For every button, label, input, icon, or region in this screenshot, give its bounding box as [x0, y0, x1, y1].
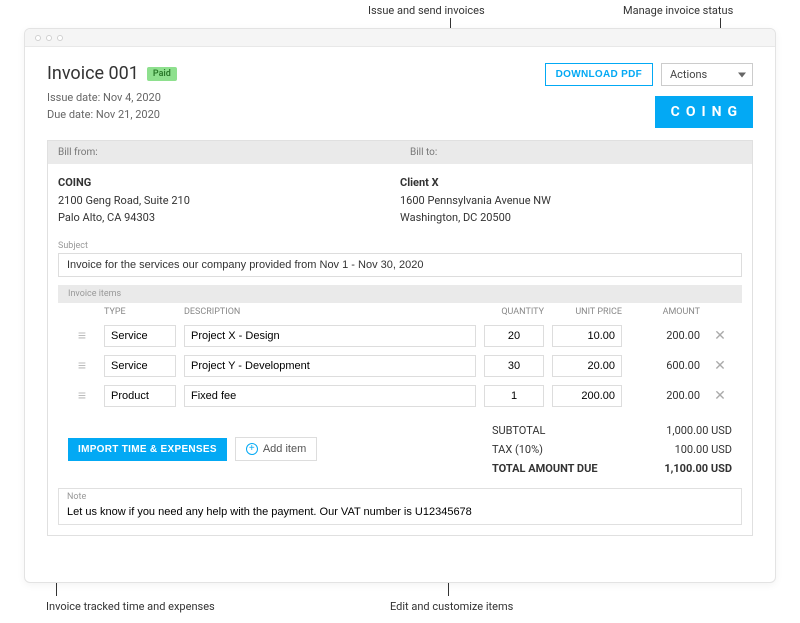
- plus-icon: +: [246, 443, 258, 455]
- bill-from-label: Bill from:: [48, 141, 400, 164]
- bill-to-label: Bill to:: [400, 141, 752, 164]
- chevron-down-icon: [738, 72, 746, 77]
- invoice-item-row: ≡ 600.00 ✕: [58, 351, 742, 381]
- invoice-item-row: ≡ 200.00 ✕: [58, 321, 742, 351]
- note-label: Note: [59, 489, 741, 502]
- item-quantity-input[interactable]: [484, 325, 544, 347]
- drag-handle-icon[interactable]: ≡: [68, 359, 96, 373]
- drag-handle-icon[interactable]: ≡: [68, 329, 96, 343]
- bill-from: COING 2100 Geng Road, Suite 210 Palo Alt…: [58, 174, 400, 227]
- traffic-light-icon: [57, 35, 63, 41]
- item-unit-price-input[interactable]: [552, 325, 622, 347]
- annotation-edit-items: Edit and customize items: [390, 600, 513, 613]
- invoice-title: Invoice 001: [47, 63, 139, 84]
- item-unit-price-input[interactable]: [552, 355, 622, 377]
- brand-logo: COING: [655, 96, 753, 128]
- invoice-box: Bill from: Bill to: COING 2100 Geng Road…: [47, 140, 753, 536]
- status-badge: Paid: [147, 67, 177, 81]
- traffic-light-icon: [35, 35, 41, 41]
- col-unit-price: UNIT PRICE: [552, 307, 622, 317]
- bill-from-line1: 2100 Geng Road, Suite 210: [58, 192, 400, 210]
- item-type-input[interactable]: [104, 385, 176, 407]
- item-unit-price-input[interactable]: [552, 385, 622, 407]
- item-description-input[interactable]: [184, 325, 476, 347]
- invoice-item-row: ≡ 200.00 ✕: [58, 381, 742, 411]
- window-titlebar: [25, 29, 775, 47]
- col-type: TYPE: [104, 307, 176, 317]
- remove-item-icon[interactable]: ✕: [708, 358, 732, 374]
- note-box: Note: [58, 488, 742, 525]
- items-header-label: Invoice items: [58, 285, 742, 303]
- col-description: DESCRIPTION: [184, 307, 476, 317]
- annotation-manage-status: Manage invoice status: [623, 4, 733, 17]
- item-type-input[interactable]: [104, 355, 176, 377]
- totals: SUBTOTAL 1,000.00 USD TAX (10%) 100.00 U…: [492, 421, 732, 478]
- issue-date: Issue date: Nov 4, 2020: [47, 90, 177, 107]
- bill-to-line1: 1600 Pennsylvania Avenue NW: [400, 192, 742, 210]
- annotation-issue-send: Issue and send invoices: [368, 4, 485, 17]
- bill-to: Client X 1600 Pennsylvania Avenue NW Was…: [400, 174, 742, 227]
- bill-from-company: COING: [58, 174, 400, 192]
- item-amount: 200.00: [630, 389, 700, 402]
- total-due-value: 1,100.00 USD: [664, 462, 732, 475]
- note-input[interactable]: [59, 502, 741, 524]
- item-amount: 200.00: [630, 329, 700, 342]
- remove-item-icon[interactable]: ✕: [708, 328, 732, 344]
- item-description-input[interactable]: [184, 385, 476, 407]
- item-amount: 600.00: [630, 359, 700, 372]
- subtotal-value: 1,000.00 USD: [666, 424, 732, 437]
- actions-dropdown[interactable]: Actions: [661, 63, 753, 86]
- remove-item-icon[interactable]: ✕: [708, 388, 732, 404]
- bill-to-line2: Washington, DC 20500: [400, 209, 742, 227]
- subject-input[interactable]: [58, 253, 742, 277]
- item-quantity-input[interactable]: [484, 385, 544, 407]
- add-item-label: Add item: [263, 443, 306, 455]
- due-date: Due date: Nov 21, 2020: [47, 107, 177, 124]
- import-time-expenses-button[interactable]: IMPORT TIME & EXPENSES: [68, 438, 227, 461]
- col-amount: AMOUNT: [630, 307, 700, 317]
- download-pdf-button[interactable]: DOWNLOAD PDF: [545, 63, 653, 86]
- subtotal-label: SUBTOTAL: [492, 424, 545, 437]
- item-quantity-input[interactable]: [484, 355, 544, 377]
- subject-label: Subject: [48, 237, 752, 253]
- actions-dropdown-label: Actions: [670, 68, 707, 81]
- col-quantity: QUANTITY: [484, 307, 544, 317]
- item-description-input[interactable]: [184, 355, 476, 377]
- add-item-button[interactable]: + Add item: [235, 437, 317, 461]
- item-type-input[interactable]: [104, 325, 176, 347]
- bill-from-line2: Palo Alto, CA 94303: [58, 209, 400, 227]
- bill-to-company: Client X: [400, 174, 742, 192]
- tax-value: 100.00 USD: [675, 443, 732, 456]
- drag-handle-icon[interactable]: ≡: [68, 389, 96, 403]
- total-due-label: TOTAL AMOUNT DUE: [492, 462, 598, 475]
- annotation-invoice-tracked: Invoice tracked time and expenses: [46, 600, 215, 613]
- traffic-light-icon: [46, 35, 52, 41]
- app-window: Invoice 001 Paid Issue date: Nov 4, 2020…: [24, 28, 776, 583]
- tax-label: TAX (10%): [492, 443, 543, 456]
